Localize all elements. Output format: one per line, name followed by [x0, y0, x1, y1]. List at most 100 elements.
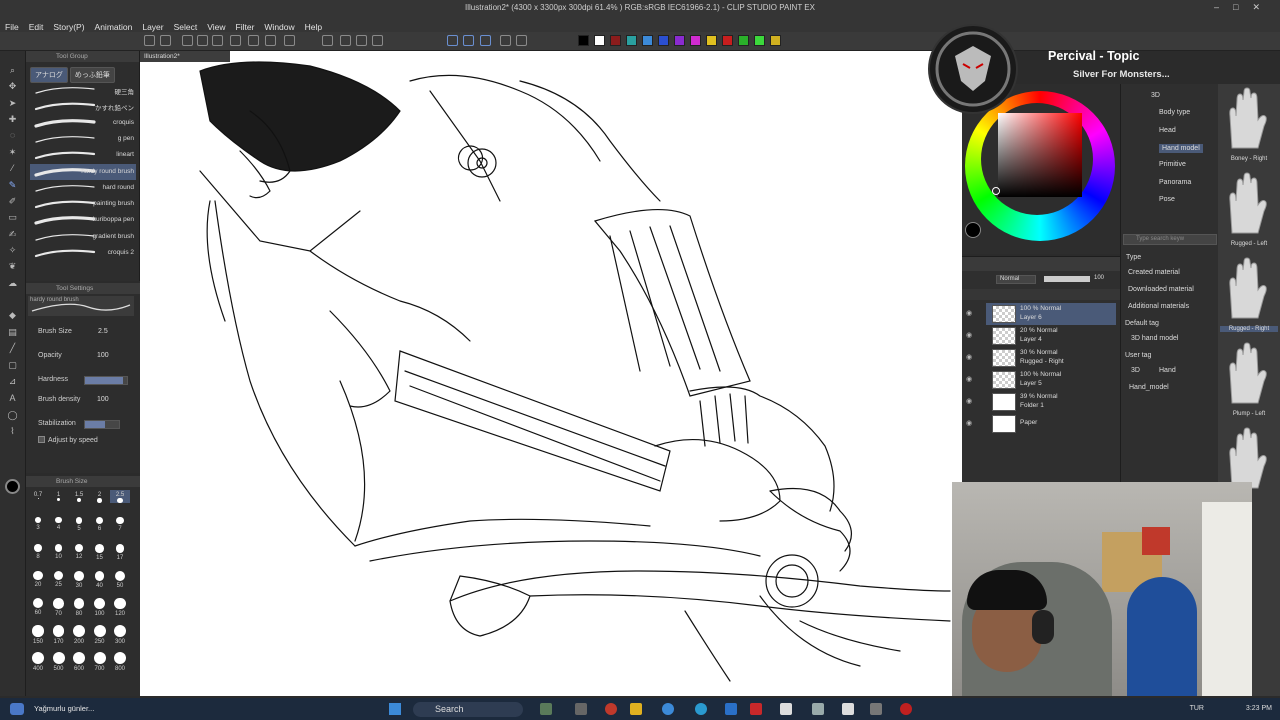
- menu-help[interactable]: Help: [300, 20, 327, 32]
- taskbar-search[interactable]: Search: [413, 702, 523, 717]
- hamburger-icon[interactable]: [144, 35, 155, 46]
- decoration-icon[interactable]: ❦: [7, 262, 18, 271]
- eyedropper-icon[interactable]: ⁄: [7, 164, 18, 173]
- brush-size-value[interactable]: 2.5: [98, 328, 108, 335]
- brush-item[interactable]: painting brush: [30, 196, 136, 212]
- figure-icon[interactable]: ╱: [7, 344, 18, 353]
- color-swatch[interactable]: [674, 35, 685, 46]
- layer-opacity-slider[interactable]: [1044, 276, 1090, 282]
- pen-tool-icon[interactable]: ✎: [7, 181, 18, 190]
- app-icon-4[interactable]: [780, 703, 792, 715]
- brush-item[interactable]: g pen: [30, 131, 136, 147]
- menu-select[interactable]: Select: [169, 20, 203, 32]
- brush-size-cell[interactable]: 3: [28, 517, 48, 531]
- color-swatch[interactable]: [578, 35, 589, 46]
- material-tree-item[interactable]: Head: [1159, 127, 1176, 134]
- material-tree-item[interactable]: Primitive: [1159, 161, 1186, 168]
- brush-size-cell[interactable]: 50: [110, 571, 130, 589]
- brush-size-row[interactable]: Brush Size 2.5: [38, 328, 154, 335]
- layer-row[interactable]: ◉ 100 % Normal Layer 6: [966, 303, 1116, 325]
- new-canvas-icon[interactable]: [160, 35, 171, 46]
- brush-item[interactable]: hard round: [30, 180, 136, 196]
- app-icon-1[interactable]: [605, 703, 617, 715]
- menu-edit[interactable]: Edit: [24, 20, 49, 32]
- visibility-eye-icon[interactable]: ◉: [966, 397, 972, 405]
- frame-icon[interactable]: ▢: [7, 361, 18, 370]
- color-swatch[interactable]: [722, 35, 733, 46]
- gradient-icon[interactable]: ▤: [7, 328, 18, 337]
- brush-size-cell[interactable]: 60: [28, 598, 48, 616]
- brush-size-cell[interactable]: 500: [49, 652, 69, 672]
- type-created[interactable]: Created material: [1128, 269, 1180, 276]
- brush-size-cell[interactable]: 2.5: [110, 490, 130, 504]
- color-swatch[interactable]: [754, 35, 765, 46]
- brush-size-cell[interactable]: 700: [90, 652, 110, 672]
- material-tree-item[interactable]: Body type: [1159, 109, 1190, 116]
- density-value[interactable]: 100: [97, 396, 109, 403]
- color-picker-cursor[interactable]: [992, 187, 1000, 195]
- brush-size-cell[interactable]: 2: [90, 490, 110, 503]
- ruler-tool-icon[interactable]: ⊿: [7, 377, 18, 386]
- loading-icon[interactable]: [322, 35, 333, 46]
- tray-language[interactable]: TUR: [1190, 705, 1204, 712]
- brush-size-cell[interactable]: 15: [90, 544, 110, 561]
- brush-size-cell[interactable]: 170: [49, 625, 69, 645]
- window-controls[interactable]: –□✕: [1214, 2, 1274, 13]
- eraser-icon[interactable]: ▭: [7, 213, 18, 222]
- brush-size-cell[interactable]: 12: [69, 544, 89, 560]
- brush-size-cell[interactable]: 40: [90, 571, 110, 589]
- stabilization-slider[interactable]: [84, 420, 120, 429]
- document-tab[interactable]: Illustration2*: [140, 51, 230, 62]
- opacity-row[interactable]: Opacity 100: [38, 352, 154, 359]
- lasso-icon[interactable]: ◌: [7, 131, 18, 140]
- text-tool-icon[interactable]: A: [7, 394, 18, 403]
- opacity-value[interactable]: 100: [97, 352, 109, 359]
- material-tree-item[interactable]: Panorama: [1159, 179, 1191, 186]
- material-search-input[interactable]: Type search keyw: [1123, 234, 1217, 245]
- tab-analog[interactable]: アナログ: [30, 67, 68, 83]
- brush-size-cell[interactable]: 0.7: [28, 490, 48, 499]
- close-button[interactable]: ✕: [1252, 2, 1274, 12]
- snap-special-icon[interactable]: [500, 35, 511, 46]
- layer-row[interactable]: ◉ Paper: [966, 413, 1116, 435]
- weather-icon[interactable]: [10, 703, 24, 715]
- visibility-eye-icon[interactable]: ◉: [966, 375, 972, 383]
- color-swatch[interactable]: [770, 35, 781, 46]
- default-tag[interactable]: 3D hand model: [1131, 335, 1178, 342]
- menu-animation[interactable]: Animation: [90, 20, 138, 32]
- hand-thumbnail[interactable]: [1224, 256, 1270, 322]
- undo-icon[interactable]: [284, 35, 295, 46]
- color-swatch[interactable]: [738, 35, 749, 46]
- move-layer-icon[interactable]: ✚: [7, 115, 18, 124]
- color-swatch[interactable]: [706, 35, 717, 46]
- brush-size-cell[interactable]: 1: [49, 490, 69, 502]
- layer-opacity-value[interactable]: 100: [1094, 275, 1104, 281]
- brush-item[interactable]: croquis: [30, 115, 136, 131]
- app-icon-3[interactable]: [750, 703, 762, 715]
- app-icon-8[interactable]: [900, 703, 912, 715]
- widgets-icon[interactable]: [540, 703, 552, 715]
- brush-settings-icon[interactable]: [516, 35, 527, 46]
- brush-size-cell[interactable]: 70: [49, 598, 69, 617]
- maximize-button[interactable]: □: [1233, 2, 1252, 12]
- layer-row[interactable]: ◉ 20 % Normal Layer 4: [966, 325, 1116, 347]
- brush-item[interactable]: かすれ鉛ペン: [30, 98, 136, 114]
- file-explorer-icon[interactable]: [630, 703, 642, 715]
- save-icon[interactable]: [197, 35, 208, 46]
- balloon-icon[interactable]: ◯: [7, 411, 18, 420]
- tab-pencil[interactable]: めっふ鉛筆: [69, 67, 115, 83]
- fill-icon[interactable]: [356, 35, 367, 46]
- system-tray[interactable]: TUR 3:23 PM: [1190, 705, 1272, 712]
- menu-file[interactable]: File: [0, 20, 24, 32]
- brush-size-cell[interactable]: 10: [49, 544, 69, 560]
- app-icon-7[interactable]: [870, 703, 882, 715]
- windows-start-icon[interactable]: [389, 703, 401, 715]
- open-icon[interactable]: [182, 35, 193, 46]
- layer-row[interactable]: ◉ 100 % Normal Layer 5: [966, 369, 1116, 391]
- brush-size-cell[interactable]: 100: [90, 598, 110, 617]
- tray-clock[interactable]: 3:23 PM: [1246, 705, 1272, 712]
- blend-mode-select[interactable]: Normal: [996, 275, 1036, 284]
- main-color-icon[interactable]: [5, 479, 20, 494]
- brush-item[interactable]: gradient brush: [30, 229, 136, 245]
- brush-size-cell[interactable]: 20: [28, 571, 48, 588]
